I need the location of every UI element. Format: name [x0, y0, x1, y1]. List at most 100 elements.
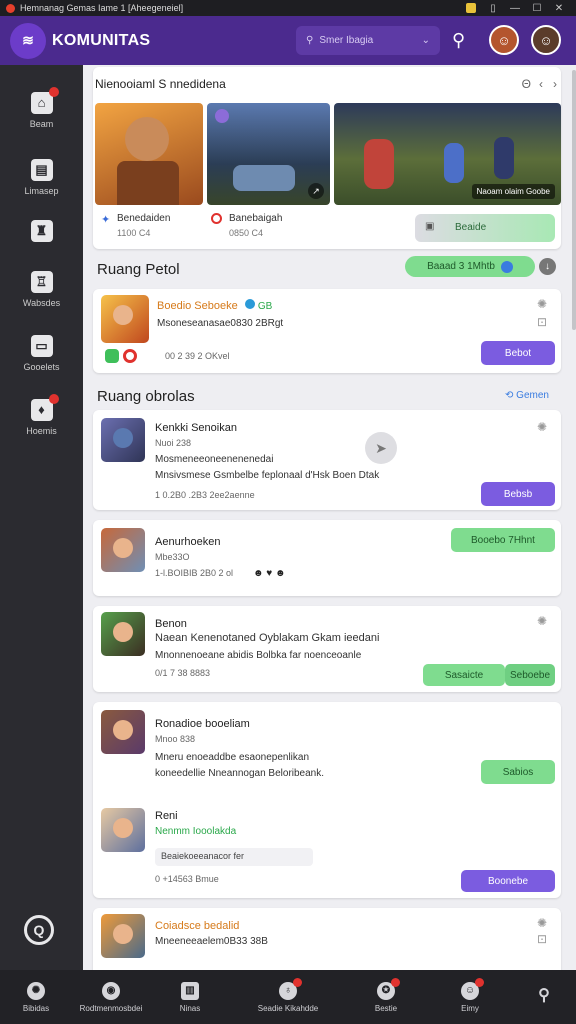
- maximize-icon[interactable]: ☐: [526, 3, 548, 14]
- post-sub: Nenmm Iooolakda: [155, 826, 237, 837]
- bookmark-icon[interactable]: ⊡: [537, 932, 547, 946]
- join-button[interactable]: Booebo 7Hhnt: [451, 528, 555, 552]
- chevron-down-icon: ⌄: [421, 35, 430, 46]
- left-sidebar: ⌂ Beam ▤ Limasep ♜ ♖ Wabsdes ▭ Gooelets …: [0, 65, 83, 970]
- sidebar-item-trophy[interactable]: ♜: [0, 203, 83, 263]
- close-icon[interactable]: ✕: [548, 3, 570, 14]
- app-tray-icon[interactable]: [466, 3, 476, 13]
- dropdown-icon[interactable]: ↓: [539, 258, 556, 275]
- avatar[interactable]: [101, 808, 145, 852]
- reply-button[interactable]: Boonebe: [461, 870, 555, 892]
- chat-post: Ronadioe booeliam Mnoo 838 Mneru enoeadd…: [93, 702, 561, 898]
- nav-item-games[interactable]: ◉ Rodtmenmosbdei: [76, 970, 146, 1024]
- notification-badge: [48, 86, 59, 97]
- nav-item-cups[interactable]: ♁ Seadie Kikahdde: [248, 970, 328, 1024]
- search-dropdown[interactable]: ⚲ Smer Ibagia ⌄: [296, 26, 440, 55]
- news-icon: ▥: [181, 981, 199, 1000]
- post-author: Kenkki Senoikan: [155, 422, 237, 434]
- game-thumbnail[interactable]: [95, 103, 203, 205]
- search-icon: ⚲: [306, 35, 314, 46]
- minimize-icon[interactable]: —: [504, 3, 526, 14]
- avatar[interactable]: [101, 295, 149, 343]
- gear-icon: ✺: [27, 981, 45, 1000]
- nav-item-news[interactable]: ▥ Ninas: [162, 970, 218, 1024]
- avatar[interactable]: [101, 418, 145, 462]
- nav-item-profile[interactable]: ☺ Eimy: [442, 970, 498, 1024]
- post-author: Coiadsce bedalid: [155, 920, 240, 932]
- main-content: Nienooiaml S nnedidena Θ ‹ › ↗ Naoam ola…: [83, 65, 576, 970]
- game-meta: 0850 C4: [229, 228, 264, 238]
- join-label: Beaide: [455, 222, 487, 233]
- section-title: Nienooiaml S nnedidena: [95, 77, 226, 91]
- bookmark-icon[interactable]: ⊡: [537, 315, 547, 329]
- settings-icon[interactable]: ✺: [537, 614, 547, 628]
- avatar[interactable]: [101, 914, 145, 958]
- app-header: ≋ KOMUNITAS ⚲ Smer Ibagia ⌄ ⚲ ☺ ☺: [0, 16, 576, 65]
- reply-button[interactable]: Bebsb: [481, 482, 555, 506]
- chevron-left-icon[interactable]: ‹: [539, 77, 543, 91]
- action-button[interactable]: Sabios: [481, 760, 555, 784]
- post-author: Ronadioe booeliam: [155, 718, 250, 730]
- tower-icon: ♖: [30, 270, 53, 293]
- help-icon[interactable]: Q: [24, 915, 54, 945]
- game-icon: [211, 213, 222, 224]
- game-icon: ✦: [101, 214, 111, 226]
- avatar[interactable]: ☺: [531, 25, 561, 55]
- section-link[interactable]: ⟲ Gemen: [505, 390, 549, 401]
- post-meta: 1 0.2B0 .2B3 2ee2aenne: [155, 490, 255, 500]
- secondary-button[interactable]: Seboebe: [505, 664, 555, 686]
- post-button[interactable]: Bebot: [481, 341, 555, 365]
- tag-badge[interactable]: Baaad 3 1Mhtb: [405, 256, 535, 277]
- nav-item-search[interactable]: ⚲: [516, 970, 572, 1024]
- trophy-icon: ♜: [30, 219, 53, 242]
- action-button[interactable]: Sasaicte: [423, 664, 505, 686]
- post-meta: 1-l.BOIBIB 2B0 2 ol: [155, 568, 234, 578]
- game-thumbnail[interactable]: ↗: [207, 103, 330, 205]
- logo-icon[interactable]: ≋: [10, 22, 46, 59]
- header-search-icon[interactable]: ⚲: [452, 30, 465, 51]
- post-button-label: Bebot: [504, 347, 532, 359]
- post-sub: Nuoi 238: [155, 438, 192, 448]
- sidebar-item-tower[interactable]: ♖ Wabsdes: [0, 259, 83, 319]
- avatar[interactable]: [101, 528, 145, 572]
- filter-icon[interactable]: Θ: [522, 77, 531, 91]
- settings-icon[interactable]: ✺: [537, 297, 547, 311]
- emoji-icon: ☻ ♥ ☻: [253, 568, 286, 579]
- expand-icon[interactable]: ↗: [308, 183, 324, 199]
- pin-icon[interactable]: ▯: [482, 3, 504, 14]
- chevron-right-icon[interactable]: ›: [553, 77, 557, 91]
- window-titlebar: Hemnanag Gemas Iame 1 [Aheegeneiel] ▯ — …: [0, 0, 576, 16]
- post-text: Mosmeneeoneenenenedai: [155, 454, 274, 465]
- game-label: Naoam olaim Goobe: [471, 184, 555, 199]
- sidebar-item-bell[interactable]: ♦ Hoemis: [0, 387, 83, 447]
- sidebar-item-label: Limasep: [24, 185, 59, 196]
- join-button[interactable]: ▣ Beaide: [415, 214, 555, 242]
- send-icon[interactable]: ➤: [365, 432, 397, 464]
- nav-item-shield[interactable]: ✪ Bestie: [358, 970, 414, 1024]
- settings-icon[interactable]: ✺: [537, 420, 547, 434]
- sidebar-item-chat[interactable]: ▤ Limasep: [0, 147, 83, 207]
- info-icon: [500, 260, 513, 273]
- avatar[interactable]: ☺: [489, 25, 519, 55]
- avatar[interactable]: [101, 710, 145, 754]
- post-text: Naean Kenenotaned Oyblakam Gkam ieedani: [155, 632, 380, 644]
- home-icon: ⌂: [30, 86, 59, 114]
- settings-icon[interactable]: ✺: [537, 916, 547, 930]
- post-meta: 0/1 7 38 8883: [155, 668, 211, 678]
- window-title: Hemnanag Gemas Iame 1 [Aheegeneiel]: [20, 3, 184, 13]
- scrollbar[interactable]: [572, 70, 576, 330]
- join-icon: ▣: [425, 221, 435, 232]
- notification-badge: [48, 393, 59, 404]
- brand-name: KOMUNITAS: [52, 31, 151, 49]
- sidebar-item-home[interactable]: ⌂ Beam: [0, 80, 83, 140]
- app-icon: [123, 349, 137, 363]
- reaction-box: Beaiekoeeanacor fer: [155, 848, 313, 866]
- game-screenshot[interactable]: Naoam olaim Goobe: [334, 103, 561, 205]
- avatar[interactable]: [101, 612, 145, 656]
- nav-item-settings[interactable]: ✺ Bibidas: [8, 970, 64, 1024]
- section-title: Ruang Petol: [97, 261, 180, 278]
- character-image: [125, 117, 169, 161]
- sidebar-item-group[interactable]: ▭ Gooelets: [0, 323, 83, 383]
- section-title: Ruang obrolas: [97, 388, 195, 405]
- tag-label: Baaad 3 1Mhtb: [427, 261, 495, 272]
